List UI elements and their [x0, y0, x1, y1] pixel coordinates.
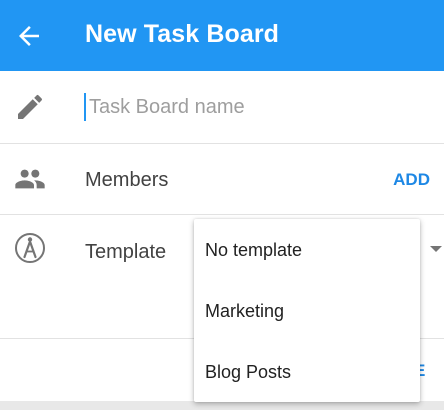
- back-button[interactable]: [14, 21, 44, 51]
- board-name-row: [0, 71, 444, 144]
- app-bar: New Task Board: [0, 0, 444, 71]
- template-option-blog-posts[interactable]: Blog Posts: [194, 341, 420, 402]
- pencil-icon: [14, 91, 46, 123]
- template-dropdown-menu: No template Marketing Blog Posts: [194, 219, 420, 402]
- template-option-label: Marketing: [205, 301, 285, 321]
- arrow-back-icon: [19, 26, 39, 46]
- add-member-button[interactable]: ADD: [393, 170, 430, 190]
- template-option-label: No template: [205, 240, 303, 260]
- dropdown-arrow-icon[interactable]: [430, 246, 442, 252]
- template-option-marketing[interactable]: Marketing: [194, 280, 420, 341]
- members-row: Members ADD: [0, 144, 444, 215]
- members-label: Members: [85, 169, 169, 191]
- bottom-bar: [0, 401, 444, 410]
- template-option-no-template[interactable]: No template: [194, 219, 420, 280]
- template-option-label: Blog Posts: [205, 362, 292, 382]
- board-name-input[interactable]: [84, 93, 409, 121]
- page-title: New Task Board: [85, 20, 280, 48]
- template-label: Template: [85, 241, 167, 263]
- people-icon: [14, 163, 46, 195]
- compass-icon: [14, 232, 46, 264]
